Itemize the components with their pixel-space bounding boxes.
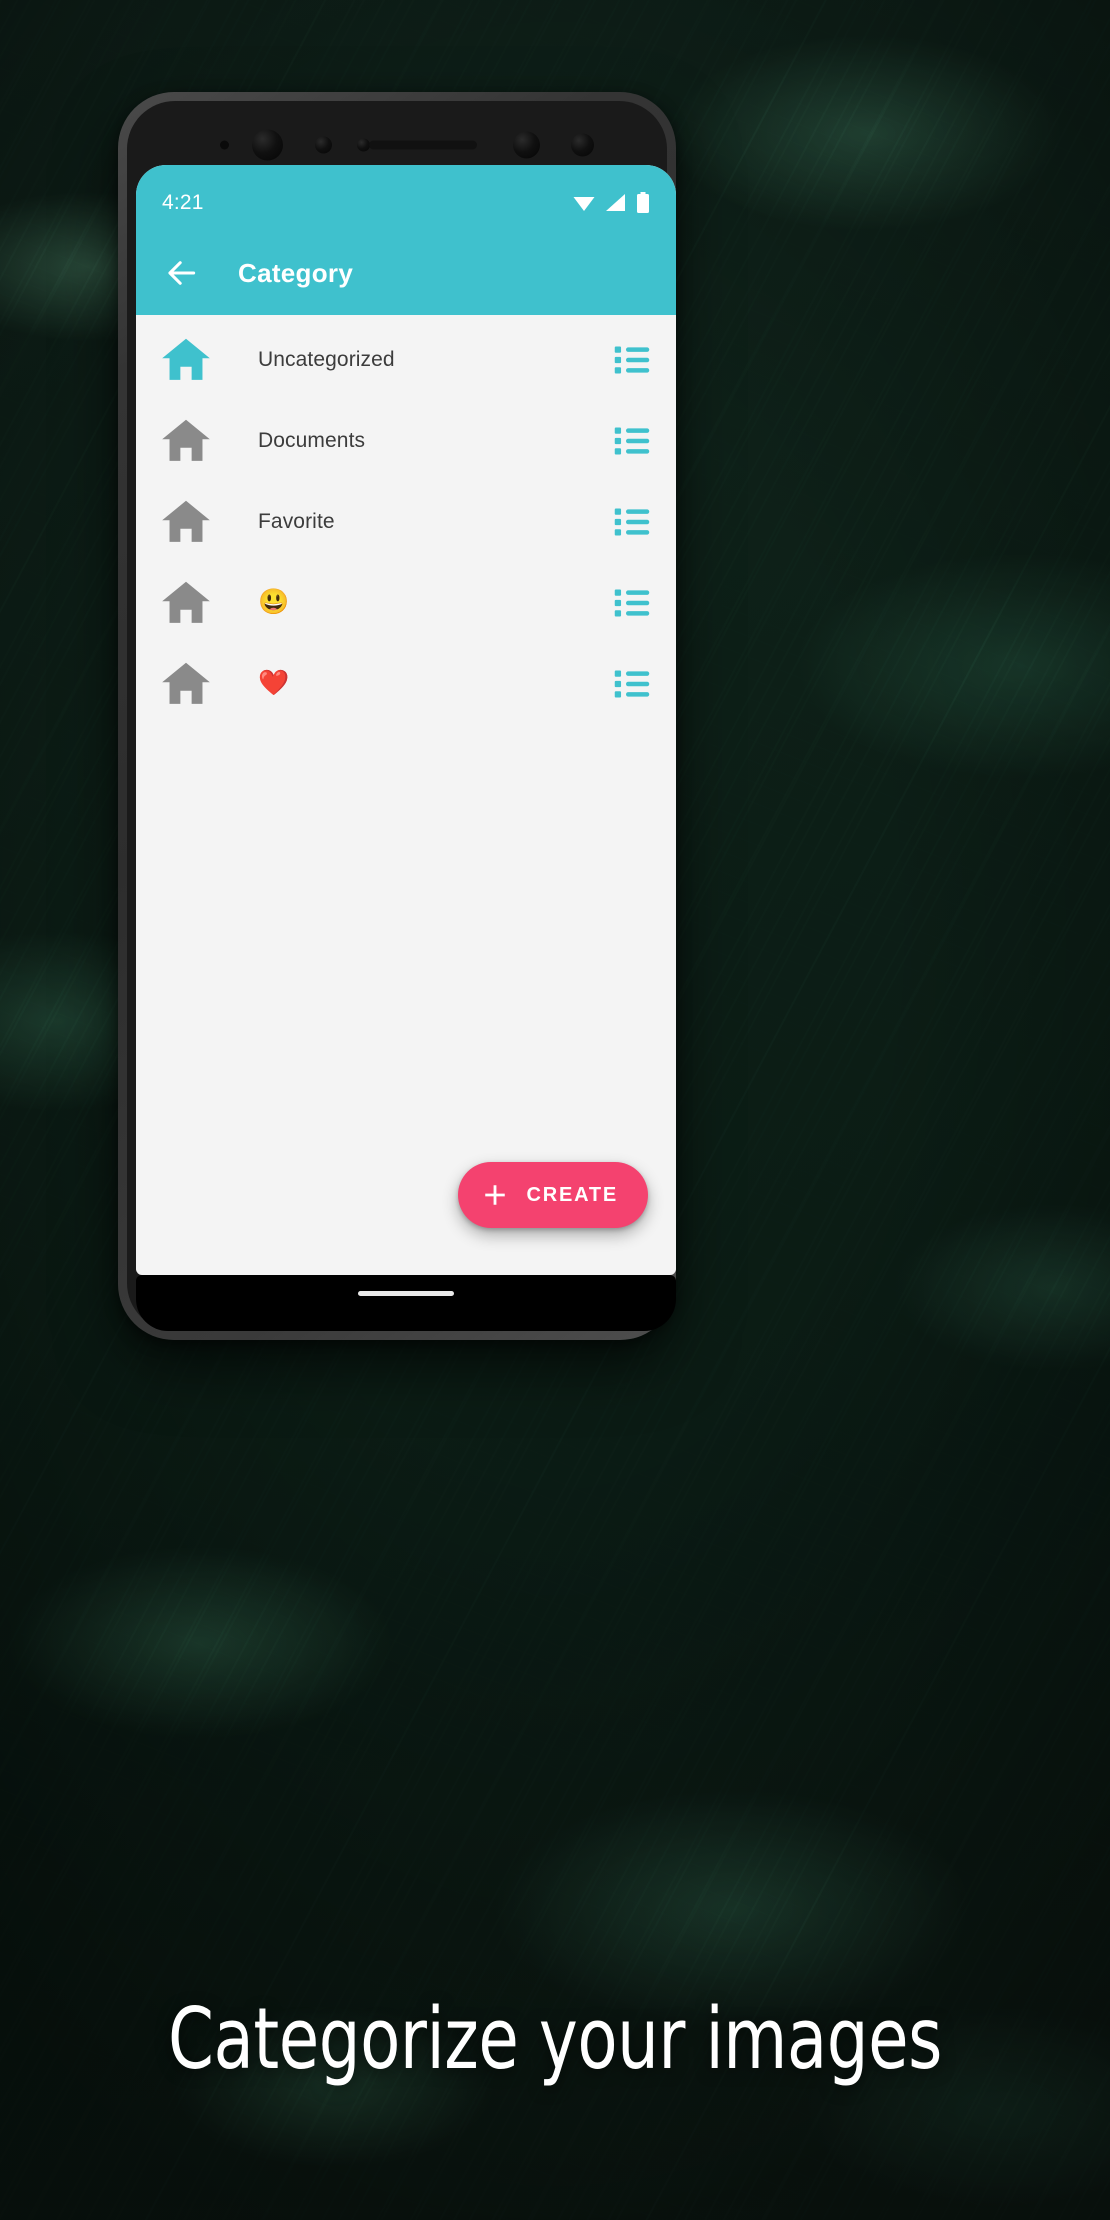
list-item-label: Documents	[258, 428, 366, 452]
list-item[interactable]: Documents	[136, 400, 676, 481]
list-item-label: Favorite	[258, 509, 335, 533]
battery-icon	[637, 192, 649, 213]
home-icon	[162, 500, 210, 542]
phone-sensor-array	[127, 129, 667, 161]
back-arrow-icon[interactable]	[162, 254, 200, 292]
wifi-icon	[573, 197, 595, 211]
proximity-sensor-icon	[220, 140, 229, 150]
system-navigation-bar	[136, 1275, 676, 1331]
list-item[interactable]: Uncategorized	[136, 319, 676, 400]
list-item[interactable]: 😃	[136, 562, 676, 643]
home-icon	[162, 338, 210, 380]
light-sensor-icon	[315, 136, 332, 154]
plus-icon	[485, 1185, 506, 1205]
list-item-label: Uncategorized	[258, 347, 395, 371]
create-button-label: CREATE	[526, 1183, 618, 1206]
list-icon[interactable]	[614, 669, 650, 699]
list-item-label: ❤️	[258, 669, 290, 697]
list-item-label: 😃	[258, 588, 290, 616]
status-bar-clock: 4:21	[162, 191, 204, 214]
page-title: Category	[238, 257, 354, 288]
list-icon[interactable]	[614, 345, 650, 375]
home-icon	[162, 419, 210, 461]
home-icon	[162, 581, 210, 623]
category-list: Uncategorized Documents Favorite 😃 ❤️	[136, 315, 676, 724]
list-item[interactable]: ❤️	[136, 643, 676, 724]
phone-bezel: 4:21 Category Uncategorized Documents Fa…	[127, 101, 676, 1331]
phone-mockup-frame: 4:21 Category Uncategorized Documents Fa…	[118, 92, 676, 1340]
create-category-button[interactable]: CREATE	[458, 1162, 648, 1228]
list-icon[interactable]	[614, 588, 650, 618]
promo-caption: Categorize your images	[167, 1990, 943, 2089]
gesture-home-pill[interactable]	[358, 1291, 454, 1296]
front-camera-icon	[252, 129, 283, 161]
status-bar-icons	[572, 192, 650, 214]
secondary-camera-icon	[513, 131, 540, 159]
app-bar: Category	[136, 231, 676, 315]
status-bar: 4:21	[136, 165, 676, 231]
signal-icon	[606, 194, 625, 211]
home-icon	[162, 662, 210, 704]
list-icon[interactable]	[614, 507, 650, 537]
list-item[interactable]: Favorite	[136, 481, 676, 562]
tertiary-camera-icon	[571, 133, 594, 157]
list-icon[interactable]	[614, 426, 650, 456]
phone-screen: 4:21 Category Uncategorized Documents Fa…	[136, 165, 676, 1275]
earpiece-speaker-icon	[369, 140, 477, 150]
